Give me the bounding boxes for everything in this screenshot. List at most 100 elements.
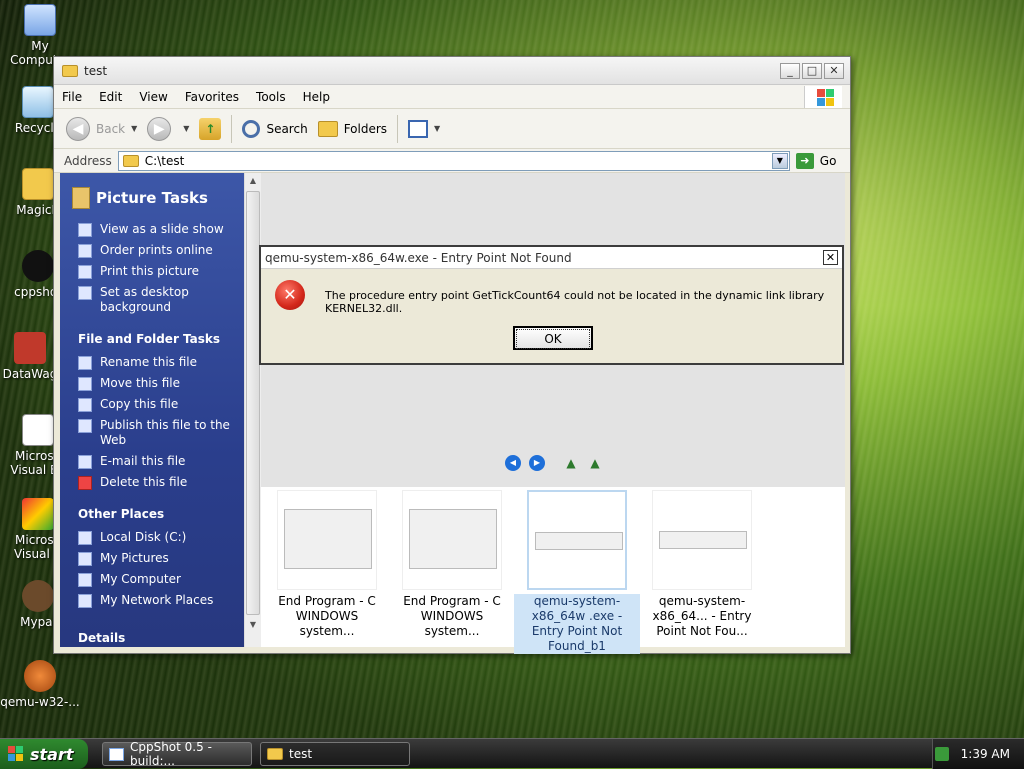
picture-tasks-title: Picture Tasks (96, 189, 208, 207)
toolbar: ◀ Back ▼ ▶ ▼ ↑ Search Folders ▼ (54, 109, 850, 149)
scroll-up-icon[interactable]: ▲ (245, 173, 261, 189)
folders-button[interactable]: Folders (317, 120, 387, 137)
dialog-close-button[interactable]: ✕ (823, 250, 838, 265)
address-dropdown-button[interactable]: ▼ (771, 152, 788, 169)
place-my-network-places[interactable]: My Network Places (60, 590, 244, 611)
thumbnail-preview (409, 509, 497, 569)
menu-view[interactable]: View (139, 90, 167, 104)
network-icon (78, 594, 92, 608)
windows-flag-icon (8, 746, 24, 762)
mypaint-icon (22, 580, 54, 612)
menu-edit[interactable]: Edit (99, 90, 122, 104)
next-image-icon[interactable]: ▶ (529, 455, 545, 471)
task-rename-file[interactable]: Rename this file (60, 352, 244, 373)
task-label: Order prints online (100, 243, 213, 257)
task-label: My Network Places (100, 593, 214, 607)
printer-icon (78, 265, 92, 279)
drive-icon (78, 531, 92, 545)
menu-tools[interactable]: Tools (256, 90, 286, 104)
dialog-title: qemu-system-x86_64w.exe - Entry Point No… (265, 250, 572, 265)
menu-favorites[interactable]: Favorites (185, 90, 239, 104)
address-input[interactable]: C:\test ▼ (117, 150, 790, 171)
place-my-pictures[interactable]: My Pictures (60, 548, 244, 569)
task-copy-file[interactable]: Copy this file (60, 394, 244, 415)
error-icon: ✕ (275, 280, 305, 310)
error-dialog: qemu-system-x86_64w.exe - Entry Point No… (259, 245, 844, 365)
taskbar-button-cppshot[interactable]: CppShot 0.5 - build:... (102, 740, 252, 768)
go-label: Go (819, 153, 837, 168)
task-order-prints[interactable]: Order prints online (60, 240, 244, 261)
task-email-file[interactable]: E-mail this file (60, 451, 244, 472)
maximize-button[interactable]: □ (802, 63, 822, 79)
task-set-desktop-background[interactable]: Set as desktop background (60, 282, 244, 318)
task-print-picture[interactable]: Print this picture (60, 261, 244, 282)
folder-icon (62, 64, 78, 77)
other-places-title[interactable]: Other Places (60, 493, 244, 527)
start-label: start (30, 744, 74, 764)
close-button[interactable]: ✕ (824, 63, 844, 79)
forward-button[interactable]: ▶ ▼ (147, 116, 190, 141)
network-tray-icon[interactable] (934, 747, 949, 761)
menu-help[interactable]: Help (303, 90, 330, 104)
task-label: Local Disk (C:) (100, 530, 187, 544)
scroll-thumb[interactable] (246, 191, 260, 615)
task-label: My Computer (100, 572, 181, 586)
task-pane: Picture Tasks View as a slide show Order… (60, 173, 244, 647)
views-button[interactable]: ▼ (408, 119, 440, 138)
folder-icon (267, 748, 283, 760)
start-button[interactable]: start (0, 739, 88, 769)
search-icon (242, 119, 261, 138)
task-publish-web[interactable]: Publish this file to the Web (60, 415, 244, 451)
thumbnail-preview (284, 509, 372, 569)
filmstrip: End Program - C WINDOWS system... End Pr… (261, 487, 845, 654)
task-slide-show[interactable]: View as a slide show (60, 219, 244, 240)
place-my-computer[interactable]: My Computer (60, 569, 244, 590)
forward-arrow-icon: ▶ (147, 116, 172, 141)
search-label: Search (266, 121, 308, 136)
thumbnail-label: qemu-system-x86_64... - Entry Point Not … (652, 594, 752, 638)
rotate-clockwise-icon[interactable]: ▲ (563, 455, 579, 471)
thumbnail-item[interactable]: End Program - C WINDOWS system... (392, 490, 512, 639)
previous-image-icon[interactable]: ◀ (505, 455, 521, 471)
task-label: Print this picture (100, 264, 200, 278)
search-button[interactable]: Search (242, 119, 308, 138)
minimize-button[interactable]: _ (780, 63, 800, 79)
thumbnail-item[interactable]: qemu-system-x86_64... - Entry Point Not … (637, 490, 767, 639)
task-label: E-mail this file (100, 454, 186, 468)
picture-tasks-header[interactable]: Picture Tasks (60, 173, 244, 219)
scroll-down-icon[interactable]: ▼ (245, 617, 261, 633)
windows-logo-icon (804, 86, 842, 108)
thumbnail-label: qemu-system-x86_64w .exe - Entry Point N… (514, 594, 640, 654)
taskbar-button-test[interactable]: test (260, 742, 410, 766)
back-button[interactable]: ◀ Back ▼ (66, 116, 137, 141)
rotate-counterclockwise-icon[interactable]: ▲ (587, 455, 603, 471)
menu-file[interactable]: File (62, 90, 82, 104)
up-folder-icon: ↑ (199, 117, 222, 140)
back-arrow-icon: ◀ (66, 116, 90, 141)
thumbnail-item[interactable]: End Program - C WINDOWS system... (267, 490, 387, 639)
order-prints-icon (78, 244, 92, 258)
dialog-titlebar[interactable]: qemu-system-x86_64w.exe - Entry Point No… (261, 247, 842, 269)
thumbnail-preview (535, 532, 623, 550)
place-local-disk[interactable]: Local Disk (C:) (60, 527, 244, 548)
window-titlebar[interactable]: test _ □ ✕ (54, 57, 850, 85)
desktop-icon-label: DataWag (2, 367, 58, 381)
task-label: View as a slide show (100, 222, 224, 236)
thumbnail-item-selected[interactable]: qemu-system-x86_64w .exe - Entry Point N… (514, 490, 640, 654)
clock[interactable]: 1:39 AM (961, 747, 1010, 761)
desktop-icon-qemu[interactable]: qemu-w32-... (0, 660, 80, 709)
qemu-icon (24, 660, 56, 692)
visual-c-icon (22, 498, 54, 530)
ok-button[interactable]: OK (513, 326, 593, 350)
cppshot-icon (22, 250, 54, 282)
my-computer-icon (24, 4, 56, 36)
task-move-file[interactable]: Move this file (60, 373, 244, 394)
go-button[interactable]: ➜ Go (795, 152, 837, 169)
chevron-down-icon: ▼ (183, 124, 190, 133)
file-folder-tasks-title[interactable]: File and Folder Tasks (60, 318, 244, 352)
thumbnail-image (402, 490, 502, 590)
details-title[interactable]: Details (60, 611, 244, 647)
up-folder-button[interactable]: ↑ (199, 117, 222, 140)
address-label: Address (64, 153, 112, 168)
task-delete-file[interactable]: Delete this file (60, 472, 244, 493)
